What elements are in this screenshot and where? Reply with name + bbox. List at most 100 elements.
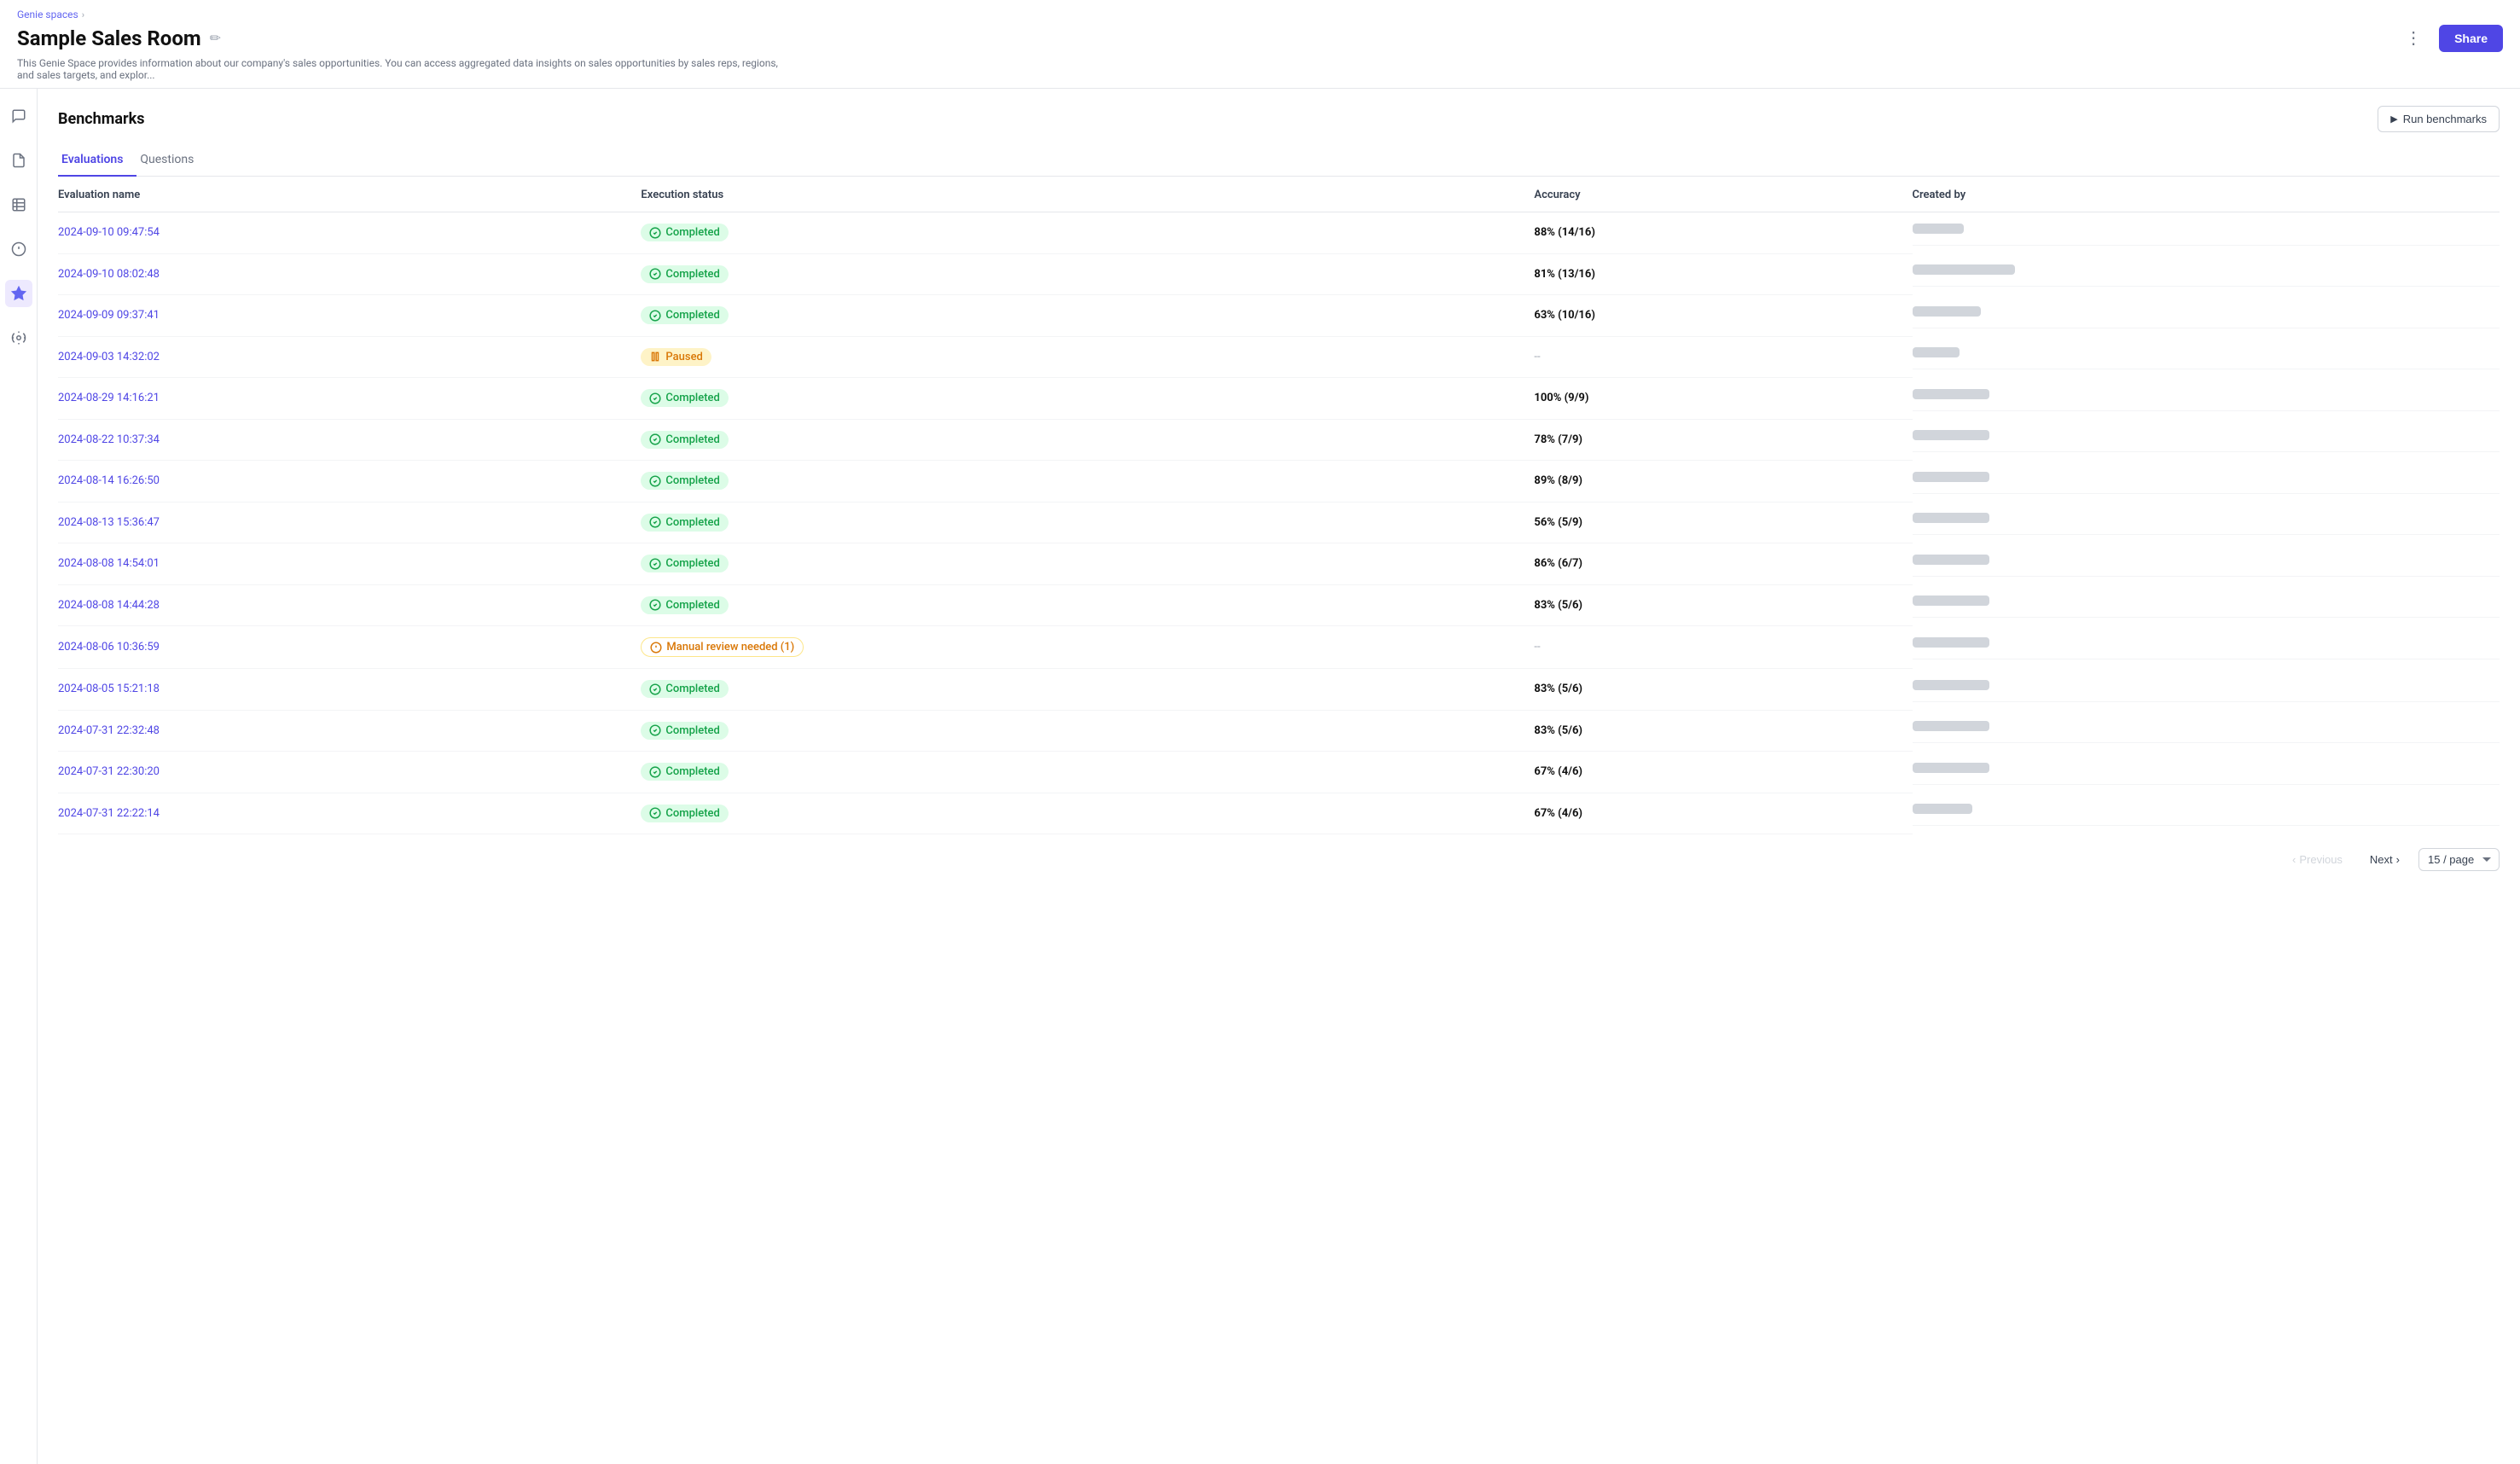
eval-name-cell: 2024-09-10 09:47:54 xyxy=(58,212,641,254)
accuracy-cell: 63% (10/16) xyxy=(1534,295,1912,337)
tab-questions[interactable]: Questions xyxy=(136,146,207,177)
creator-cell xyxy=(1913,584,2500,618)
creator-cell xyxy=(1913,461,2500,494)
creator-blur xyxy=(1913,804,1972,814)
accuracy-dash: -- xyxy=(1534,641,1540,654)
creator-blur xyxy=(1913,555,1989,565)
next-button[interactable]: Next › xyxy=(2361,848,2408,871)
accuracy-value: 100% (9/9) xyxy=(1534,392,1588,404)
col-header-created-by: Created by xyxy=(1913,177,2500,212)
eval-name-link[interactable]: 2024-07-31 22:30:20 xyxy=(58,765,160,778)
evaluations-table: Evaluation name Execution status Accurac… xyxy=(58,177,2500,834)
table-row: 2024-07-31 22:32:48 Completed 83% (5/6) xyxy=(58,710,2500,752)
status-badge: Completed xyxy=(641,306,728,324)
alert-icon[interactable] xyxy=(5,235,32,263)
eval-name-cell: 2024-08-08 14:54:01 xyxy=(58,543,641,585)
creator-blur xyxy=(1913,513,1989,523)
previous-button[interactable]: ‹ Previous xyxy=(2284,848,2351,871)
eval-name-link[interactable]: 2024-09-10 09:47:54 xyxy=(58,226,160,239)
status-badge: Completed xyxy=(641,763,728,781)
eval-name-cell: 2024-08-08 14:44:28 xyxy=(58,584,641,626)
accuracy-cell: 56% (5/9) xyxy=(1534,502,1912,543)
status-cell: Completed xyxy=(641,543,1534,585)
table-row: 2024-08-14 16:26:50 Completed89% (8/9) xyxy=(58,461,2500,503)
benchmarks-header: Benchmarks ▶ Run benchmarks xyxy=(58,106,2500,132)
accuracy-value: 86% (6/7) xyxy=(1534,557,1582,570)
accuracy-cell: 100% (9/9) xyxy=(1534,378,1912,420)
creator-blur xyxy=(1913,472,1989,482)
more-options-button[interactable]: ⋮ xyxy=(2398,24,2429,52)
table-row: 2024-09-03 14:32:02 Paused-- xyxy=(58,336,2500,378)
status-cell: Completed xyxy=(641,461,1534,503)
eval-name-link[interactable]: 2024-08-13 15:36:47 xyxy=(58,516,160,529)
accuracy-value: 67% (4/6) xyxy=(1534,765,1582,778)
gear-icon[interactable] xyxy=(5,324,32,351)
accuracy-cell: 78% (7/9) xyxy=(1534,419,1912,461)
status-cell: Completed xyxy=(641,710,1534,752)
document-icon[interactable] xyxy=(5,147,32,174)
creator-blur xyxy=(1913,680,1989,690)
status-badge: Completed xyxy=(641,472,728,490)
accuracy-cell: 83% (5/6) xyxy=(1534,710,1912,752)
tab-evaluations[interactable]: Evaluations xyxy=(58,146,136,177)
eval-name-link[interactable]: 2024-07-31 22:32:48 xyxy=(58,724,160,737)
creator-cell xyxy=(1913,543,2500,577)
accuracy-value: 56% (5/9) xyxy=(1534,516,1582,529)
run-icon: ▶ xyxy=(2390,113,2397,125)
col-header-accuracy: Accuracy xyxy=(1534,177,1912,212)
eval-name-link[interactable]: 2024-08-06 10:36:59 xyxy=(58,641,160,654)
eval-name-link[interactable]: 2024-09-09 09:37:41 xyxy=(58,309,160,322)
share-button[interactable]: Share xyxy=(2439,25,2503,52)
creator-blur xyxy=(1913,763,1989,773)
eval-name-cell: 2024-07-31 22:30:20 xyxy=(58,752,641,793)
accuracy-cell: 67% (4/6) xyxy=(1534,793,1912,834)
status-badge: Completed xyxy=(641,722,728,740)
eval-name-link[interactable]: 2024-09-10 08:02:48 xyxy=(58,268,160,281)
edit-icon[interactable]: ✏ xyxy=(210,30,221,46)
accuracy-value: 67% (4/6) xyxy=(1534,807,1582,820)
creator-cell xyxy=(1913,378,2500,411)
star-icon[interactable] xyxy=(5,280,32,307)
app-container: Genie spaces › Sample Sales Room ✏ ⋮ Sha… xyxy=(0,0,2520,1464)
eval-name-cell: 2024-08-14 16:26:50 xyxy=(58,461,641,503)
eval-name-link[interactable]: 2024-08-14 16:26:50 xyxy=(58,474,160,487)
next-chevron: › xyxy=(2396,853,2400,866)
creator-blur xyxy=(1913,595,1989,606)
status-badge: Paused xyxy=(641,348,711,366)
eval-name-cell: 2024-09-09 09:37:41 xyxy=(58,295,641,337)
status-badge: Completed xyxy=(641,514,728,532)
eval-name-link[interactable]: 2024-08-22 10:37:34 xyxy=(58,433,160,446)
eval-name-link[interactable]: 2024-08-29 14:16:21 xyxy=(58,392,160,404)
table-icon[interactable] xyxy=(5,191,32,218)
eval-name-cell: 2024-07-31 22:22:14 xyxy=(58,793,641,834)
status-cell: Completed xyxy=(641,253,1534,295)
accuracy-value: 88% (14/16) xyxy=(1534,226,1595,239)
per-page-select[interactable]: 15 / page 25 / page 50 / page xyxy=(2418,848,2500,871)
eval-name-link[interactable]: 2024-09-03 14:32:02 xyxy=(58,351,160,363)
accuracy-value: 83% (5/6) xyxy=(1534,599,1582,612)
page-title-left: Sample Sales Room ✏ xyxy=(17,26,221,50)
creator-cell xyxy=(1913,669,2500,702)
content-area: Benchmarks ▶ Run benchmarks Evaluations … xyxy=(38,89,2520,1464)
breadcrumb[interactable]: Genie spaces › xyxy=(17,9,2503,20)
sidebar xyxy=(0,89,38,1464)
table-row: 2024-08-22 10:37:34 Completed78% (7/9) xyxy=(58,419,2500,461)
eval-name-link[interactable]: 2024-07-31 22:22:14 xyxy=(58,807,160,820)
eval-name-cell: 2024-07-31 22:32:48 xyxy=(58,710,641,752)
creator-cell xyxy=(1913,336,2500,369)
chat-icon[interactable] xyxy=(5,102,32,130)
creator-cell xyxy=(1913,626,2500,659)
eval-name-cell: 2024-09-10 08:02:48 xyxy=(58,253,641,295)
previous-label: Previous xyxy=(2299,853,2343,866)
top-bar: Genie spaces › Sample Sales Room ✏ ⋮ Sha… xyxy=(0,0,2520,89)
status-cell: Completed xyxy=(641,793,1534,834)
creator-blur xyxy=(1913,430,1989,440)
eval-name-link[interactable]: 2024-08-08 14:44:28 xyxy=(58,599,160,612)
accuracy-cell: 81% (13/16) xyxy=(1534,253,1912,295)
accuracy-cell: 67% (4/6) xyxy=(1534,752,1912,793)
run-benchmarks-button[interactable]: ▶ Run benchmarks xyxy=(2378,106,2500,132)
eval-name-link[interactable]: 2024-08-08 14:54:01 xyxy=(58,557,160,570)
table-row: 2024-08-05 15:21:18 Completed83% (5/6) xyxy=(58,669,2500,711)
status-badge: Completed xyxy=(641,596,728,614)
eval-name-link[interactable]: 2024-08-05 15:21:18 xyxy=(58,683,160,695)
